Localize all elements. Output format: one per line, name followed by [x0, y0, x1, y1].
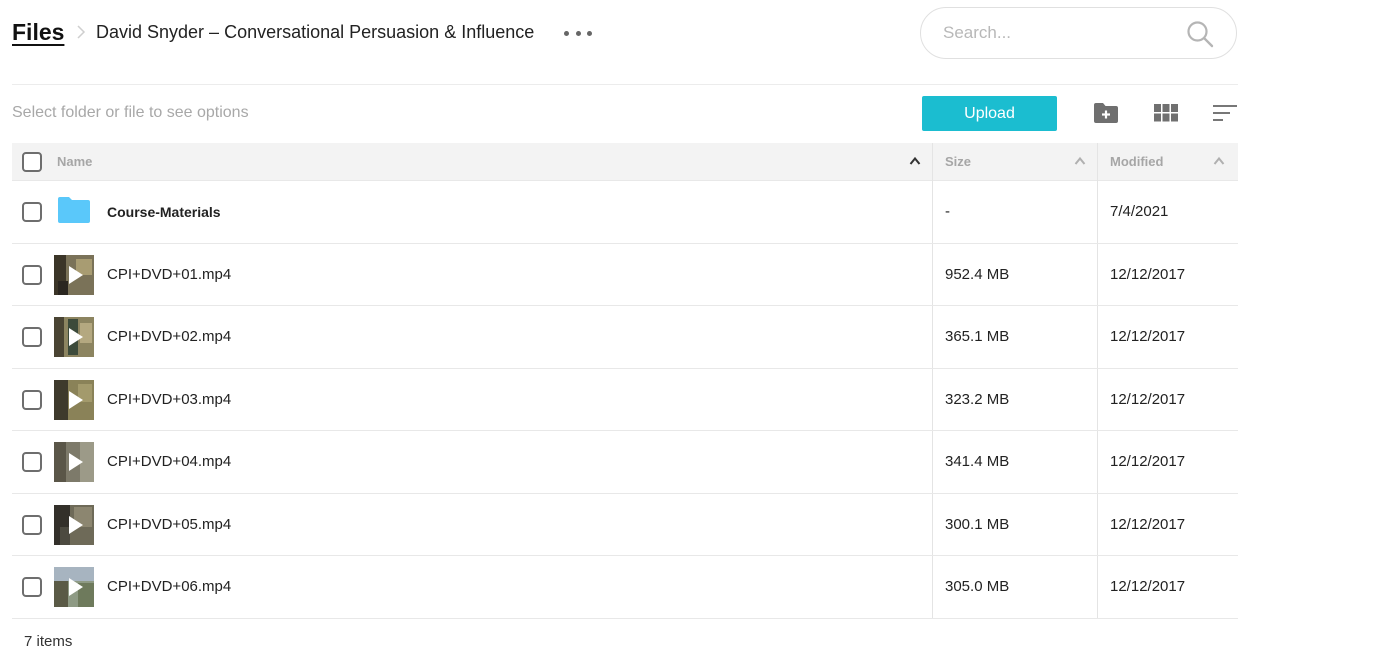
video-thumbnail	[54, 567, 94, 607]
table-row[interactable]: Course-Materials - 7/4/2021	[12, 181, 1238, 244]
file-modified: 12/12/2017	[1110, 515, 1186, 533]
file-name: CPI+DVD+02.mp4	[107, 328, 232, 345]
new-folder-icon[interactable]	[1093, 101, 1119, 125]
file-name: CPI+DVD+01.mp4	[107, 265, 232, 283]
row-checkbox[interactable]	[22, 327, 42, 347]
grid-view-icon[interactable]	[1153, 101, 1179, 125]
file-size: 952.4 MB	[945, 265, 1010, 283]
file-name: CPI+DVD+05.mp4	[107, 515, 232, 533]
dot-icon	[564, 30, 569, 36]
file-modified: 12/12/2017	[1110, 265, 1186, 283]
file-modified: 12/12/2017	[1110, 453, 1186, 470]
file-size: 300.1 MB	[945, 515, 1010, 533]
breadcrumb-current-folder: David Snyder – Conversational Persuasion…	[96, 22, 535, 42]
table-row[interactable]: CPI+DVD+05.mp4 300.1 MB 12/12/2017	[12, 494, 1238, 556]
video-thumbnail	[54, 317, 94, 357]
file-name: CPI+DVD+06.mp4	[107, 578, 232, 595]
dot-icon	[575, 30, 581, 36]
table-row[interactable]: CPI+DVD+06.mp4 305.0 MB 12/12/2017	[12, 556, 1238, 619]
column-header-name[interactable]: Name	[57, 143, 92, 181]
row-checkbox[interactable]	[22, 389, 42, 410]
file-size: 305.0 MB	[945, 578, 1010, 595]
sort-asc-icon[interactable]	[909, 156, 921, 166]
more-options-button[interactable]	[564, 23, 592, 43]
file-size: 365.1 MB	[945, 328, 1010, 345]
sort-icon[interactable]	[1212, 101, 1238, 125]
header: Files David Snyder – Conversational Pers…	[12, 0, 1238, 85]
video-thumbnail	[54, 379, 94, 420]
table-row[interactable]: CPI+DVD+03.mp4 323.2 MB 12/12/2017	[12, 369, 1238, 431]
file-name: Course-Materials	[107, 204, 221, 220]
folder-icon	[58, 197, 90, 223]
sort-asc-icon[interactable]	[1213, 156, 1225, 166]
table-row[interactable]: CPI+DVD+02.mp4 365.1 MB 12/12/2017	[12, 306, 1238, 369]
breadcrumb-files-link[interactable]: Files	[12, 19, 64, 46]
row-checkbox[interactable]	[22, 264, 42, 285]
selection-hint: Select folder or file to see options	[12, 104, 249, 121]
file-name: CPI+DVD+03.mp4	[107, 390, 232, 408]
video-thumbnail	[54, 442, 94, 482]
file-name: CPI+DVD+04.mp4	[107, 453, 232, 470]
file-table: Name Size Modified Course-Materials - 7/…	[12, 143, 1238, 619]
item-count: 7 items	[24, 633, 73, 650]
search-input[interactable]	[943, 21, 1173, 45]
file-size: -	[945, 203, 950, 220]
file-size: 341.4 MB	[945, 453, 1010, 470]
table-row[interactable]: CPI+DVD+01.mp4 952.4 MB 12/12/2017	[12, 244, 1238, 306]
video-thumbnail	[54, 254, 94, 295]
sort-asc-icon[interactable]	[1074, 156, 1086, 166]
select-all-checkbox[interactable]	[22, 152, 42, 172]
row-checkbox[interactable]	[22, 202, 42, 222]
table-row[interactable]: CPI+DVD+04.mp4 341.4 MB 12/12/2017	[12, 431, 1238, 494]
upload-button[interactable]: Upload	[922, 96, 1057, 131]
chevron-right-icon	[77, 25, 86, 39]
file-modified: 12/12/2017	[1110, 578, 1186, 595]
file-modified: 7/4/2021	[1110, 203, 1169, 220]
file-size: 323.2 MB	[945, 390, 1010, 408]
dot-icon	[587, 30, 592, 36]
search-icon[interactable]	[1186, 20, 1214, 48]
file-modified: 12/12/2017	[1110, 328, 1186, 345]
video-thumbnail	[54, 504, 94, 545]
column-header-modified[interactable]: Modified	[1110, 143, 1163, 181]
table-header: Name Size Modified	[12, 143, 1238, 181]
file-modified: 12/12/2017	[1110, 390, 1186, 408]
column-header-size[interactable]: Size	[945, 143, 971, 181]
row-checkbox[interactable]	[22, 514, 42, 535]
row-checkbox[interactable]	[22, 577, 42, 597]
search-box	[920, 7, 1237, 59]
row-checkbox[interactable]	[22, 452, 42, 472]
